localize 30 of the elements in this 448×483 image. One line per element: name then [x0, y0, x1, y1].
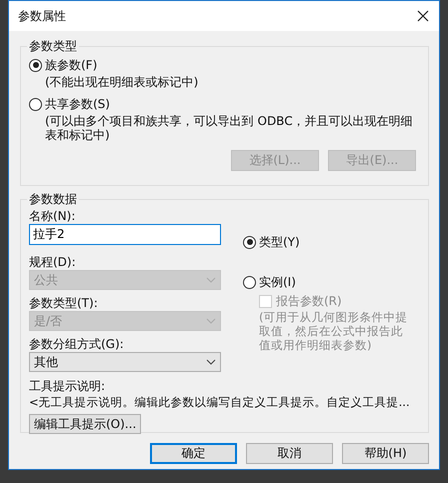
- chevron-down-icon: [206, 277, 216, 283]
- field-label: 参数类型(T):: [29, 296, 99, 311]
- field-label: 名称(N):: [29, 209, 76, 224]
- report-note: (可用于从几何图形条件中提取值，然后在公式中报告此值或用作明细表参数): [259, 310, 408, 352]
- window-title: 参数属性: [18, 8, 66, 24]
- field-label: 工具提示说明:: [29, 379, 106, 394]
- option-note: (不能出现在明细表或标记中): [45, 75, 200, 89]
- radio-label[interactable]: 族参数(F): [45, 56, 98, 74]
- radio-label[interactable]: 类型(Y): [259, 234, 300, 250]
- radio-button[interactable]: [29, 98, 42, 110]
- dialog-button[interactable]: 取消: [246, 443, 333, 464]
- field-label: 规程(D):: [29, 255, 77, 270]
- option-note: (可以由多个项目和族共享，可以导出到 ODBC，并且可以出现在明细表和标记中): [45, 114, 414, 142]
- dropdown[interactable]: 其他: [29, 352, 221, 372]
- edit-tooltip-button[interactable]: 编辑工具提示(O)...: [29, 414, 142, 434]
- close-icon[interactable]: [417, 10, 429, 22]
- field-label: 参数分组方式(G):: [29, 337, 125, 352]
- tooltip-text: <无工具提示说明。编辑此参数以编写自定义工具提示。自定义工具提...: [29, 394, 411, 410]
- dialog-button[interactable]: 确定: [150, 443, 238, 464]
- radio-button[interactable]: [243, 236, 256, 248]
- chevron-down-icon: [206, 318, 216, 324]
- group-title: 参数类型: [28, 38, 78, 55]
- group-title: 参数数据: [28, 191, 78, 208]
- radio-label[interactable]: 共享参数(S): [45, 96, 110, 112]
- radio-label[interactable]: 实例(I): [259, 274, 296, 290]
- dialog-button[interactable]: 帮助(H): [342, 443, 429, 464]
- chevron-down-icon: [206, 359, 216, 365]
- radio-button[interactable]: [29, 58, 42, 72]
- radio-button[interactable]: [243, 276, 256, 288]
- name-field[interactable]: 拉手2: [29, 224, 221, 245]
